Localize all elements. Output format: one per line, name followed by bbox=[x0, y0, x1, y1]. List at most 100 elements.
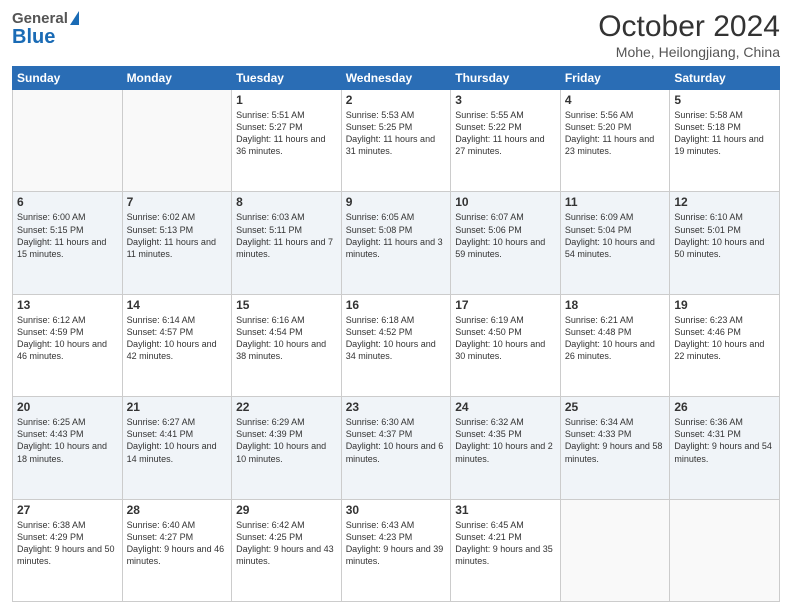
calendar-table: Sunday Monday Tuesday Wednesday Thursday… bbox=[12, 66, 780, 602]
day-info: Sunrise: 6:21 AM Sunset: 4:48 PM Dayligh… bbox=[565, 314, 666, 363]
day-number: 12 bbox=[674, 195, 775, 209]
calendar-row: 13 Sunrise: 6:12 AM Sunset: 4:59 PM Dayli… bbox=[13, 294, 780, 396]
day-number: 21 bbox=[127, 400, 228, 414]
table-row: 27 Sunrise: 6:38 AM Sunset: 4:29 PM Dayli… bbox=[13, 499, 123, 601]
day-number: 4 bbox=[565, 93, 666, 107]
page: General Blue October 2024 Mohe, Heilongj… bbox=[0, 0, 792, 612]
logo-general-text: General bbox=[12, 10, 68, 27]
col-tuesday: Tuesday bbox=[232, 67, 342, 90]
table-row: 11 Sunrise: 6:09 AM Sunset: 5:04 PM Dayli… bbox=[560, 192, 670, 294]
header-row: Sunday Monday Tuesday Wednesday Thursday… bbox=[13, 67, 780, 90]
table-row: 25 Sunrise: 6:34 AM Sunset: 4:33 PM Dayli… bbox=[560, 397, 670, 499]
table-row: 17 Sunrise: 6:19 AM Sunset: 4:50 PM Dayli… bbox=[451, 294, 561, 396]
day-info: Sunrise: 6:45 AM Sunset: 4:21 PM Dayligh… bbox=[455, 519, 556, 568]
day-info: Sunrise: 5:55 AM Sunset: 5:22 PM Dayligh… bbox=[455, 109, 556, 158]
col-saturday: Saturday bbox=[670, 67, 780, 90]
table-row bbox=[560, 499, 670, 601]
header: General Blue October 2024 Mohe, Heilongj… bbox=[12, 10, 780, 60]
day-number: 22 bbox=[236, 400, 337, 414]
table-row: 31 Sunrise: 6:45 AM Sunset: 4:21 PM Dayli… bbox=[451, 499, 561, 601]
day-info: Sunrise: 6:12 AM Sunset: 4:59 PM Dayligh… bbox=[17, 314, 118, 363]
day-number: 25 bbox=[565, 400, 666, 414]
table-row: 6 Sunrise: 6:00 AM Sunset: 5:15 PM Daylig… bbox=[13, 192, 123, 294]
day-info: Sunrise: 6:40 AM Sunset: 4:27 PM Dayligh… bbox=[127, 519, 228, 568]
day-info: Sunrise: 5:56 AM Sunset: 5:20 PM Dayligh… bbox=[565, 109, 666, 158]
day-number: 19 bbox=[674, 298, 775, 312]
day-info: Sunrise: 6:19 AM Sunset: 4:50 PM Dayligh… bbox=[455, 314, 556, 363]
day-number: 27 bbox=[17, 503, 118, 517]
day-number: 16 bbox=[346, 298, 447, 312]
day-info: Sunrise: 6:42 AM Sunset: 4:25 PM Dayligh… bbox=[236, 519, 337, 568]
table-row bbox=[122, 90, 232, 192]
day-number: 30 bbox=[346, 503, 447, 517]
logo-triangle-icon bbox=[70, 11, 79, 25]
col-thursday: Thursday bbox=[451, 67, 561, 90]
table-row bbox=[670, 499, 780, 601]
day-number: 8 bbox=[236, 195, 337, 209]
day-info: Sunrise: 6:16 AM Sunset: 4:54 PM Dayligh… bbox=[236, 314, 337, 363]
table-row: 3Sunrise: 5:55 AM Sunset: 5:22 PM Daylig… bbox=[451, 90, 561, 192]
table-row: 23 Sunrise: 6:30 AM Sunset: 4:37 PM Dayli… bbox=[341, 397, 451, 499]
table-row: 26Sunrise: 6:36 AM Sunset: 4:31 PM Dayli… bbox=[670, 397, 780, 499]
table-row: 21 Sunrise: 6:27 AM Sunset: 4:41 PM Dayli… bbox=[122, 397, 232, 499]
day-number: 11 bbox=[565, 195, 666, 209]
day-info: Sunrise: 6:30 AM Sunset: 4:37 PM Dayligh… bbox=[346, 416, 447, 465]
calendar-row: 20 Sunrise: 6:25 AM Sunset: 4:43 PM Dayli… bbox=[13, 397, 780, 499]
day-info: Sunrise: 6:07 AM Sunset: 5:06 PM Dayligh… bbox=[455, 211, 556, 260]
calendar-row: 6 Sunrise: 6:00 AM Sunset: 5:15 PM Daylig… bbox=[13, 192, 780, 294]
day-number: 23 bbox=[346, 400, 447, 414]
title-area: October 2024 Mohe, Heilongjiang, China bbox=[598, 10, 780, 60]
day-info: Sunrise: 6:23 AM Sunset: 4:46 PM Dayligh… bbox=[674, 314, 775, 363]
day-number: 7 bbox=[127, 195, 228, 209]
table-row: 2Sunrise: 5:53 AM Sunset: 5:25 PM Daylig… bbox=[341, 90, 451, 192]
month-title: October 2024 bbox=[598, 10, 780, 44]
table-row: 24Sunrise: 6:32 AM Sunset: 4:35 PM Dayli… bbox=[451, 397, 561, 499]
day-info: Sunrise: 6:02 AM Sunset: 5:13 PM Dayligh… bbox=[127, 211, 228, 260]
table-row: 15 Sunrise: 6:16 AM Sunset: 4:54 PM Dayli… bbox=[232, 294, 342, 396]
day-number: 31 bbox=[455, 503, 556, 517]
calendar-row: 27 Sunrise: 6:38 AM Sunset: 4:29 PM Dayli… bbox=[13, 499, 780, 601]
day-number: 6 bbox=[17, 195, 118, 209]
col-sunday: Sunday bbox=[13, 67, 123, 90]
day-info: Sunrise: 6:25 AM Sunset: 4:43 PM Dayligh… bbox=[17, 416, 118, 465]
day-number: 10 bbox=[455, 195, 556, 209]
table-row: 20 Sunrise: 6:25 AM Sunset: 4:43 PM Dayli… bbox=[13, 397, 123, 499]
table-row: 8Sunrise: 6:03 AM Sunset: 5:11 PM Daylig… bbox=[232, 192, 342, 294]
day-info: Sunrise: 6:32 AM Sunset: 4:35 PM Dayligh… bbox=[455, 416, 556, 465]
day-number: 26 bbox=[674, 400, 775, 414]
day-info: Sunrise: 6:18 AM Sunset: 4:52 PM Dayligh… bbox=[346, 314, 447, 363]
day-info: Sunrise: 6:00 AM Sunset: 5:15 PM Dayligh… bbox=[17, 211, 118, 260]
day-number: 29 bbox=[236, 503, 337, 517]
day-info: Sunrise: 6:34 AM Sunset: 4:33 PM Dayligh… bbox=[565, 416, 666, 465]
day-info: Sunrise: 6:27 AM Sunset: 4:41 PM Dayligh… bbox=[127, 416, 228, 465]
table-row bbox=[13, 90, 123, 192]
col-monday: Monday bbox=[122, 67, 232, 90]
table-row: 16 Sunrise: 6:18 AM Sunset: 4:52 PM Dayli… bbox=[341, 294, 451, 396]
table-row: 13 Sunrise: 6:12 AM Sunset: 4:59 PM Dayli… bbox=[13, 294, 123, 396]
table-row: 28Sunrise: 6:40 AM Sunset: 4:27 PM Dayli… bbox=[122, 499, 232, 601]
table-row: 5 Sunrise: 5:58 AM Sunset: 5:18 PM Daylig… bbox=[670, 90, 780, 192]
day-info: Sunrise: 6:09 AM Sunset: 5:04 PM Dayligh… bbox=[565, 211, 666, 260]
day-info: Sunrise: 5:58 AM Sunset: 5:18 PM Dayligh… bbox=[674, 109, 775, 158]
day-number: 15 bbox=[236, 298, 337, 312]
day-number: 1 bbox=[236, 93, 337, 107]
day-number: 14 bbox=[127, 298, 228, 312]
day-number: 18 bbox=[565, 298, 666, 312]
day-number: 17 bbox=[455, 298, 556, 312]
day-number: 20 bbox=[17, 400, 118, 414]
table-row: 10 Sunrise: 6:07 AM Sunset: 5:06 PM Dayli… bbox=[451, 192, 561, 294]
day-info: Sunrise: 5:53 AM Sunset: 5:25 PM Dayligh… bbox=[346, 109, 447, 158]
day-number: 5 bbox=[674, 93, 775, 107]
day-number: 13 bbox=[17, 298, 118, 312]
day-info: Sunrise: 6:10 AM Sunset: 5:01 PM Dayligh… bbox=[674, 211, 775, 260]
day-info: Sunrise: 6:05 AM Sunset: 5:08 PM Dayligh… bbox=[346, 211, 447, 260]
table-row: 7 Sunrise: 6:02 AM Sunset: 5:13 PM Daylig… bbox=[122, 192, 232, 294]
location: Mohe, Heilongjiang, China bbox=[598, 44, 780, 60]
table-row: 1Sunrise: 5:51 AM Sunset: 5:27 PM Daylig… bbox=[232, 90, 342, 192]
table-row: 12 Sunrise: 6:10 AM Sunset: 5:01 PM Dayli… bbox=[670, 192, 780, 294]
table-row: 14Sunrise: 6:14 AM Sunset: 4:57 PM Dayli… bbox=[122, 294, 232, 396]
col-friday: Friday bbox=[560, 67, 670, 90]
day-number: 9 bbox=[346, 195, 447, 209]
day-info: Sunrise: 6:29 AM Sunset: 4:39 PM Dayligh… bbox=[236, 416, 337, 465]
day-info: Sunrise: 6:38 AM Sunset: 4:29 PM Dayligh… bbox=[17, 519, 118, 568]
